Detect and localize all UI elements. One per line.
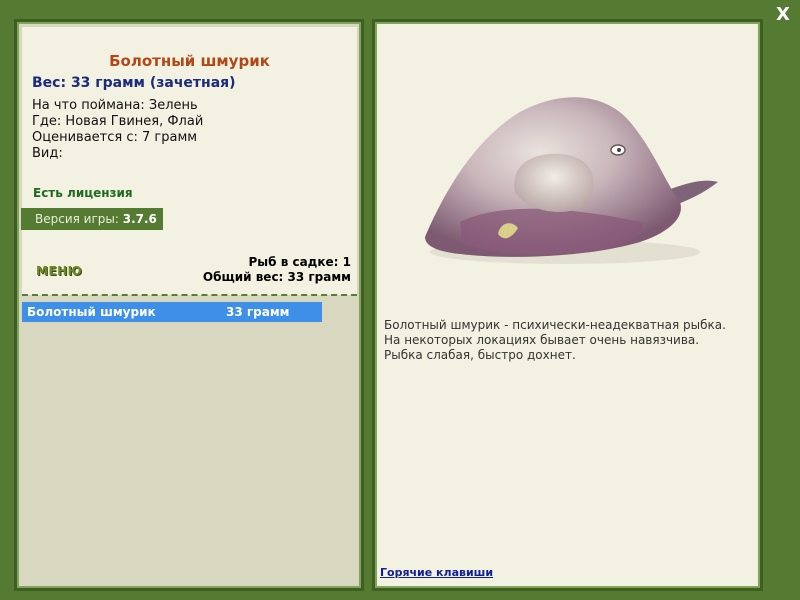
fish-info-panel: Болотный шмурик Вес: 33 грамм (зачетная)… xyxy=(14,19,364,591)
cage-stats: Рыб в садке: 1 Общий вес: 33 грамм xyxy=(203,255,351,285)
menu-button[interactable]: МЕНЮ xyxy=(36,264,82,278)
fish-description: Болотный шмурик - психически-неадекватна… xyxy=(384,318,754,363)
list-item[interactable]: Болотный шмурик 33 грамм xyxy=(22,302,322,322)
hotkeys-link[interactable]: Горячие клавиши xyxy=(380,566,493,579)
version-value: 3.7.6 xyxy=(122,212,157,226)
fish-kind: Вид: xyxy=(32,146,63,161)
fish-bait: На что поймана: Зелень xyxy=(32,98,198,113)
cage-fish-count: Рыб в садке: 1 xyxy=(248,255,352,269)
fish-picture-panel: Болотный шмурик - психически-неадекватна… xyxy=(372,19,763,591)
fish-details: Болотный шмурик Вес: 33 грамм (зачетная)… xyxy=(21,27,357,295)
version-label: Версия игры: xyxy=(35,212,123,226)
license-status: Есть лицензия xyxy=(33,186,133,200)
catch-fish-name: Болотный шмурик xyxy=(27,305,156,319)
fish-weight: Вес: 33 грамм (зачетная) xyxy=(32,75,236,91)
fish-rated-from: Оценивается с: 7 грамм xyxy=(32,130,198,145)
catch-fish-weight: 33 грамм xyxy=(226,305,290,319)
close-button[interactable]: X xyxy=(772,4,794,26)
catch-list: Болотный шмурик 33 грамм xyxy=(22,302,322,322)
fish-location: Где: Новая Гвинея, Флай xyxy=(32,114,204,129)
description-line: Болотный шмурик - психически-неадекватна… xyxy=(384,318,726,332)
cage-total-weight: Общий вес: 33 грамм xyxy=(202,270,351,284)
game-version: Версия игры: 3.7.6 xyxy=(21,208,163,230)
fish-image xyxy=(425,97,718,264)
divider xyxy=(22,294,357,296)
description-line: Рыбка слабая, быстро дохнет. xyxy=(384,348,576,362)
fish-title: Болотный шмурик xyxy=(109,52,270,70)
description-line: На некоторых локациях бывает очень навяз… xyxy=(384,333,700,347)
